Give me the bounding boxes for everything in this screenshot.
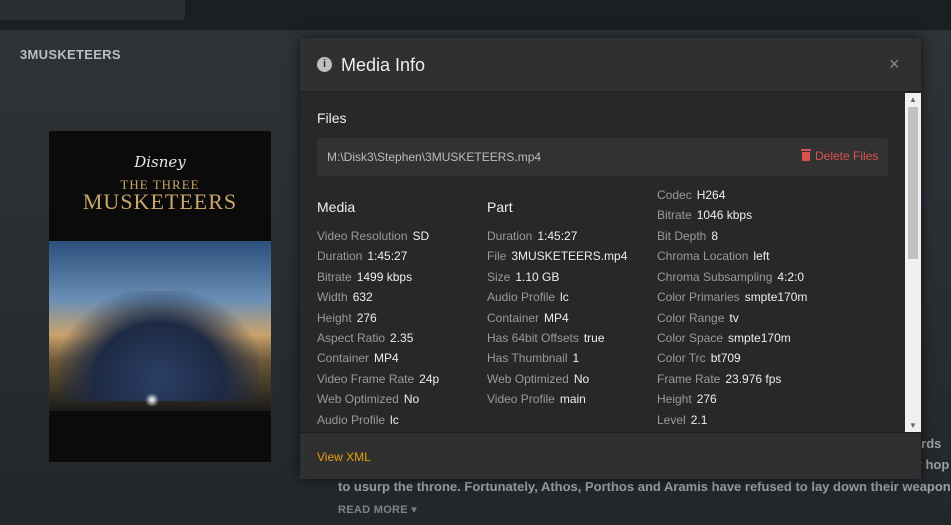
poster-image[interactable]: Disney THE THREE MUSKETEERS <box>49 131 271 462</box>
part-row: Audio Profile lc <box>487 290 569 304</box>
page-title: 3MUSKETEERS <box>20 47 121 62</box>
file-row: M:\Disk3\Stephen\3MUSKETEERS.mp4 Delete … <box>317 138 888 176</box>
stream-row: Color Range tv <box>657 311 739 325</box>
part-row: File 3MUSKETEERS.mp4 <box>487 249 628 263</box>
part-row: Has 64bit Offsets true <box>487 331 605 345</box>
delete-files-button[interactable]: Delete Files <box>801 149 878 163</box>
scroll-thumb[interactable] <box>908 107 918 259</box>
summary-text: to usurp the throne. Fortunately, Athos,… <box>338 479 951 494</box>
close-icon[interactable]: × <box>889 54 900 75</box>
stream-row: Chroma Location left <box>657 249 770 263</box>
top-bar-tab[interactable] <box>0 0 185 20</box>
view-xml-link[interactable]: View XML <box>317 450 371 464</box>
part-row: Duration 1:45:27 <box>487 229 578 243</box>
scroll-up-arrow-icon[interactable]: ▲ <box>905 93 921 106</box>
media-row: Width 632 <box>317 290 373 304</box>
part-row: Size 1.10 GB <box>487 270 560 284</box>
modal-body[interactable]: Files M:\Disk3\Stephen\3MUSKETEERS.mp4 D… <box>300 93 921 432</box>
modal-footer: View XML <box>300 432 921 479</box>
media-row: Video Frame Rate 24p <box>317 372 440 386</box>
scroll-down-arrow-icon[interactable]: ▼ <box>905 419 921 432</box>
media-row: Web Optimized No <box>317 392 420 406</box>
delete-files-label: Delete Files <box>815 149 879 163</box>
file-path: M:\Disk3\Stephen\3MUSKETEERS.mp4 <box>327 150 542 164</box>
media-info-modal: i Media Info × Files M:\Disk3\Stephen\3M… <box>300 38 921 479</box>
media-row: Video Resolution SD <box>317 229 430 243</box>
media-row: Bitrate 1499 kbps <box>317 270 413 284</box>
stream-row: Chroma Subsampling 4:2:0 <box>657 270 805 284</box>
files-heading: Files <box>317 110 347 126</box>
part-heading: Part <box>487 199 513 215</box>
media-row: Duration 1:45:27 <box>317 249 408 263</box>
media-row: Aspect Ratio 2.35 <box>317 331 414 345</box>
modal-header: i Media Info × <box>300 38 921 92</box>
part-row: Container MP4 <box>487 311 569 325</box>
media-row: Container MP4 <box>317 351 399 365</box>
poster-figures <box>59 291 259 401</box>
trash-icon <box>801 149 811 161</box>
top-bar <box>0 0 951 30</box>
stream-row: Color Trc bt709 <box>657 351 741 365</box>
stream-row: Bitrate 1046 kbps <box>657 208 753 222</box>
stream-row: Level 2.1 <box>657 413 708 427</box>
stream-row: Frame Rate 23.976 fps <box>657 372 782 386</box>
poster-brand-logo: Disney <box>134 153 186 171</box>
part-row: Web Optimized No <box>487 372 590 386</box>
poster-title-line2: MUSKETEERS <box>82 189 238 214</box>
stream-row: Color Primaries smpte170m <box>657 290 808 304</box>
media-heading: Media <box>317 199 356 215</box>
stream-row: Bit Depth 8 <box>657 229 719 243</box>
part-row: Video Profile main <box>487 392 586 406</box>
stream-row: Height 276 <box>657 392 717 406</box>
info-icon: i <box>317 57 332 72</box>
media-row: Height 276 <box>317 311 377 325</box>
read-more-link[interactable]: READ MORE ▾ <box>338 503 417 516</box>
stream-row: Color Space smpte170m <box>657 331 791 345</box>
modal-scrollbar[interactable]: ▲ ▼ <box>905 93 921 432</box>
modal-title: Media Info <box>341 55 426 75</box>
media-row: Audio Profile lc <box>317 413 399 427</box>
poster-spark <box>145 393 159 407</box>
stream-row: Codec H264 <box>657 188 726 202</box>
part-row: Has Thumbnail 1 <box>487 351 580 365</box>
